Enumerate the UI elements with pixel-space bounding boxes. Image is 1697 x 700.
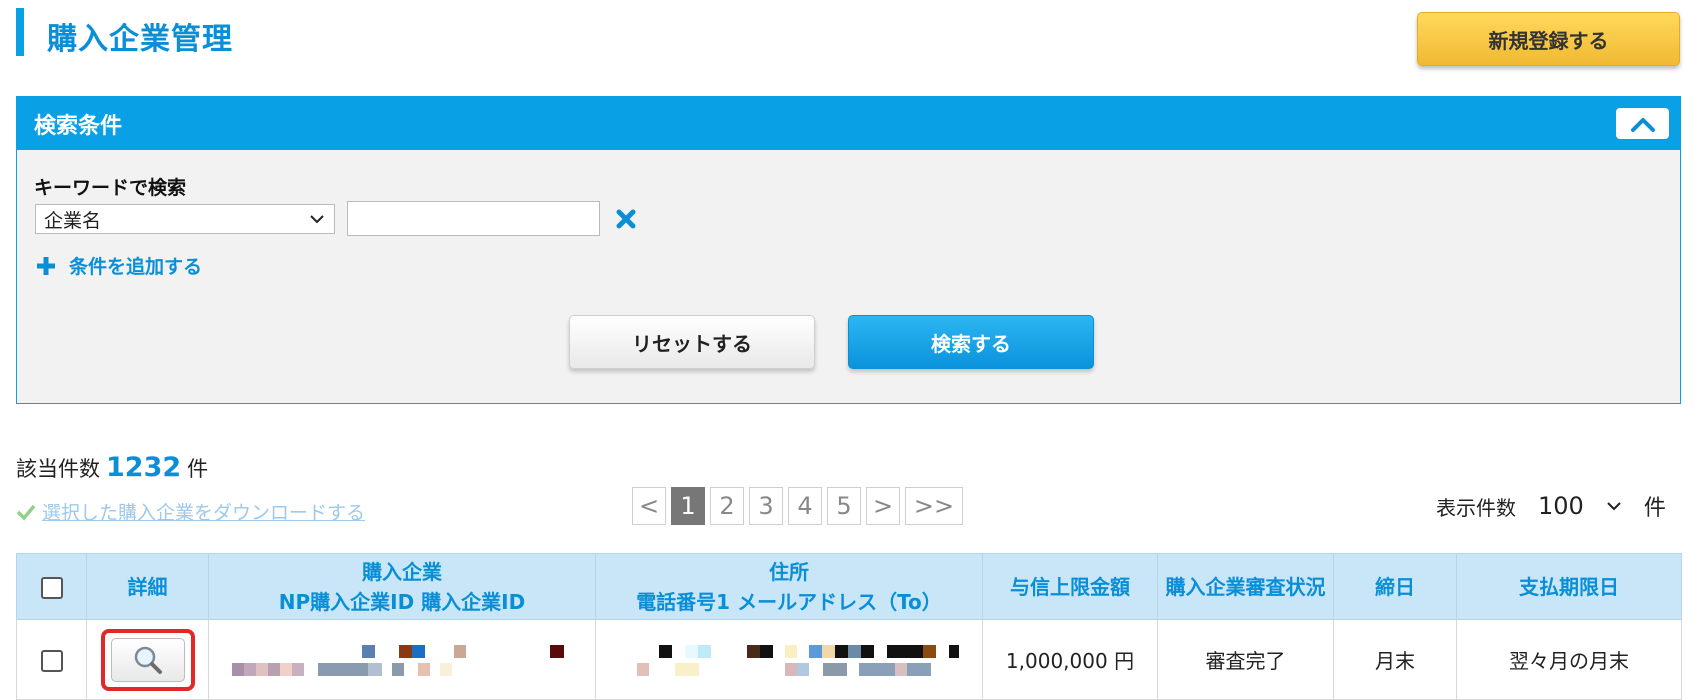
pagination-page-2[interactable]: 2 xyxy=(710,487,744,525)
new-register-button[interactable]: 新規登録する xyxy=(1417,12,1680,66)
reset-button[interactable]: リセットする xyxy=(569,315,815,369)
pagination-page-4[interactable]: 4 xyxy=(788,487,822,525)
search-panel-header: 検索条件 xyxy=(17,97,1680,150)
row-credit-limit: 1,000,000 円 xyxy=(982,619,1158,700)
row-closing-day: 月末 xyxy=(1333,619,1457,700)
row-detail-cell xyxy=(86,619,209,700)
magnifier-icon xyxy=(134,646,162,674)
collapse-button[interactable] xyxy=(1616,108,1669,139)
detail-highlight xyxy=(100,628,195,691)
row-payment-due: 翌々月の月末 xyxy=(1456,619,1682,700)
redacted-company-mosaic xyxy=(232,644,564,676)
row-review-status: 審査完了 xyxy=(1157,619,1334,700)
row-address-cell xyxy=(595,619,983,700)
header-payment-due: 支払期限日 xyxy=(1456,553,1682,620)
download-selected-link[interactable]: 選択した購入企業をダウンロードする xyxy=(42,498,365,525)
chevron-down-icon xyxy=(310,215,324,224)
header-address-line2: 電話番号1 メールアドレス（To） xyxy=(636,589,942,614)
add-condition-label: 条件を追加する xyxy=(69,256,203,278)
keyword-field-select[interactable]: 企業名 xyxy=(35,204,335,234)
per-page-unit: 件 xyxy=(1643,496,1666,521)
check-icon xyxy=(16,504,36,521)
pagination-last[interactable]: >> xyxy=(905,487,963,525)
table-row: 1,000,000 円 審査完了 月末 翌々月の月末 xyxy=(16,619,1682,700)
pagination-prev[interactable]: < xyxy=(632,487,666,525)
search-panel-title: 検索条件 xyxy=(34,113,123,139)
header-review-status: 購入企業審査状況 xyxy=(1157,553,1334,620)
pagination-page-3[interactable]: 3 xyxy=(749,487,783,525)
search-button[interactable]: 検索する xyxy=(848,315,1094,369)
close-icon xyxy=(616,209,636,229)
per-page-label: 表示件数 xyxy=(1436,495,1516,520)
header-company-line1: 購入企業 xyxy=(362,559,442,584)
title-accent-bar xyxy=(16,8,24,56)
page-title: 購入企業管理 xyxy=(47,22,233,57)
pagination-next[interactable]: > xyxy=(866,487,900,525)
row-company-cell xyxy=(208,619,596,700)
table-header-row: 詳細 購入企業 NP購入企業ID 購入企業ID 住所 電話番号1 メールアドレス… xyxy=(16,553,1682,620)
download-selected[interactable]: 選択した購入企業をダウンロードする xyxy=(16,498,365,525)
header-address-line1: 住所 xyxy=(769,559,809,584)
result-count-prefix: 該当件数 xyxy=(16,457,100,481)
search-panel: 検索条件 キーワードで検索 企業名 条件を追加する リセットする 検索する xyxy=(16,96,1681,404)
pagination-page-5[interactable]: 5 xyxy=(827,487,861,525)
plus-icon xyxy=(37,256,55,275)
per-page-value: 100 xyxy=(1538,492,1584,520)
header-detail: 詳細 xyxy=(86,553,209,620)
header-company: 購入企業 NP購入企業ID 購入企業ID xyxy=(208,553,596,620)
clear-keyword-button[interactable] xyxy=(614,207,638,231)
result-count-suffix: 件 xyxy=(187,457,209,481)
result-count: 該当件数 1232 件 xyxy=(16,452,208,483)
header-company-line2: NP購入企業ID 購入企業ID xyxy=(278,589,526,614)
header-closing-day: 締日 xyxy=(1333,553,1457,620)
pagination-page-1[interactable]: 1 xyxy=(671,487,705,525)
redacted-address-mosaic xyxy=(637,644,959,676)
keyword-input[interactable] xyxy=(347,201,600,236)
detail-button[interactable] xyxy=(110,637,185,682)
row-select-cell xyxy=(16,619,87,700)
per-page-select[interactable]: 100 xyxy=(1538,492,1622,520)
per-page-control: 表示件数 100 件 xyxy=(1436,490,1666,522)
keyword-search-label: キーワードで検索 xyxy=(34,177,187,199)
header-address: 住所 電話番号1 メールアドレス（To） xyxy=(595,553,983,620)
keyword-field-select-value: 企業名 xyxy=(44,209,102,232)
result-count-number: 1232 xyxy=(106,452,182,483)
pagination: < 1 2 3 4 5 > >> xyxy=(632,487,968,525)
chevron-down-icon xyxy=(1607,502,1621,511)
add-condition-link[interactable]: 条件を追加する xyxy=(35,252,202,279)
header-credit-limit: 与信上限金額 xyxy=(982,553,1158,620)
select-all-checkbox[interactable] xyxy=(40,577,63,599)
header-select-all xyxy=(16,553,87,620)
chevron-up-icon xyxy=(1630,117,1655,132)
row-checkbox[interactable] xyxy=(40,649,63,672)
company-table: 詳細 購入企業 NP購入企業ID 購入企業ID 住所 電話番号1 メールアドレス… xyxy=(16,553,1682,700)
